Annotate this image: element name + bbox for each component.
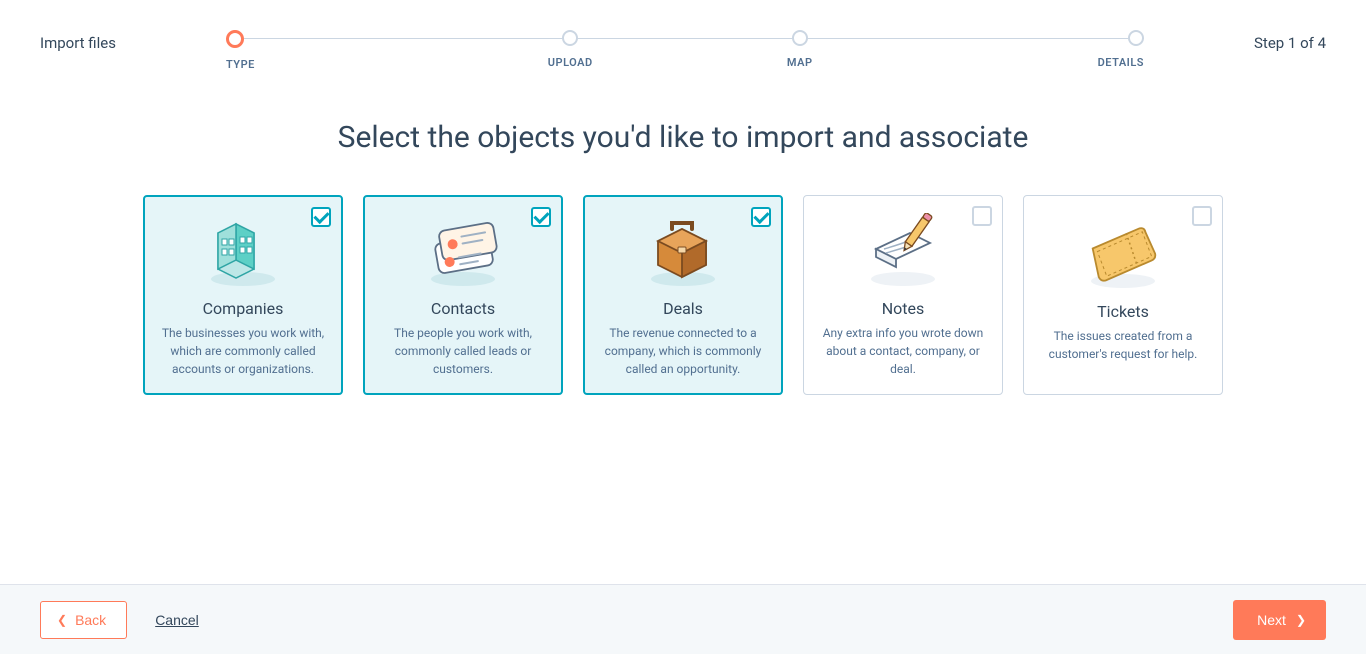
cancel-button[interactable]: Cancel — [155, 612, 199, 628]
object-cards: Companies The businesses you work with, … — [60, 195, 1306, 395]
card-tickets[interactable]: Tickets The issues created from a custom… — [1023, 195, 1223, 395]
card-description: The people you work with, commonly calle… — [378, 324, 548, 378]
card-description: The revenue connected to a company, whic… — [598, 324, 768, 378]
step-dot-icon — [792, 30, 808, 46]
chevron-right-icon: ❯ — [1296, 613, 1306, 627]
wizard-header: Import files TYPE UPLOAD MAP DETAILS Ste… — [0, 0, 1366, 70]
step-details[interactable]: DETAILS — [915, 30, 1145, 71]
checkbox-icon[interactable] — [751, 207, 771, 227]
step-label: MAP — [787, 56, 813, 69]
step-counter: Step 1 of 4 — [1254, 30, 1326, 52]
step-type[interactable]: TYPE — [226, 30, 456, 71]
ticket-icon — [1073, 212, 1173, 292]
checkbox-icon[interactable] — [972, 206, 992, 226]
rolodex-icon — [413, 212, 513, 289]
step-dot-icon — [562, 30, 578, 46]
step-label: UPLOAD — [548, 56, 593, 69]
card-companies[interactable]: Companies The businesses you work with, … — [143, 195, 343, 395]
card-description: The issues created from a customer's req… — [1038, 327, 1208, 363]
card-title: Contacts — [431, 299, 495, 318]
step-label: TYPE — [226, 58, 255, 71]
step-label: DETAILS — [1098, 56, 1144, 69]
main-heading: Select the objects you'd like to import … — [60, 120, 1306, 155]
card-notes[interactable]: Notes Any extra info you wrote down abou… — [803, 195, 1003, 395]
checkbox-icon[interactable] — [531, 207, 551, 227]
page-title: Import files — [40, 30, 116, 52]
checkbox-icon[interactable] — [1192, 206, 1212, 226]
card-description: The businesses you work with, which are … — [158, 324, 328, 378]
note-pencil-icon — [853, 212, 953, 289]
step-dot-icon — [1128, 30, 1144, 46]
next-button[interactable]: Next ❯ — [1233, 600, 1326, 640]
card-title: Notes — [882, 299, 925, 318]
building-icon — [193, 212, 293, 289]
chevron-left-icon: ❮ — [57, 613, 67, 627]
card-title: Deals — [663, 299, 703, 318]
step-map[interactable]: MAP — [685, 30, 915, 71]
card-title: Companies — [203, 299, 284, 318]
card-title: Tickets — [1097, 302, 1149, 321]
card-description: Any extra info you wrote down about a co… — [818, 324, 988, 378]
wizard-footer: ❮ Back Cancel Next ❯ — [0, 584, 1366, 654]
card-contacts[interactable]: Contacts The people you work with, commo… — [363, 195, 563, 395]
back-button-label: Back — [75, 612, 106, 628]
briefcase-icon — [633, 212, 733, 289]
step-upload[interactable]: UPLOAD — [455, 30, 685, 71]
checkbox-icon[interactable] — [311, 207, 331, 227]
next-button-label: Next — [1257, 612, 1286, 628]
back-button[interactable]: ❮ Back — [40, 601, 127, 639]
stepper: TYPE UPLOAD MAP DETAILS — [226, 30, 1144, 71]
card-deals[interactable]: Deals The revenue connected to a company… — [583, 195, 783, 395]
main-content: Select the objects you'd like to import … — [0, 70, 1366, 395]
step-dot-icon — [226, 30, 244, 48]
